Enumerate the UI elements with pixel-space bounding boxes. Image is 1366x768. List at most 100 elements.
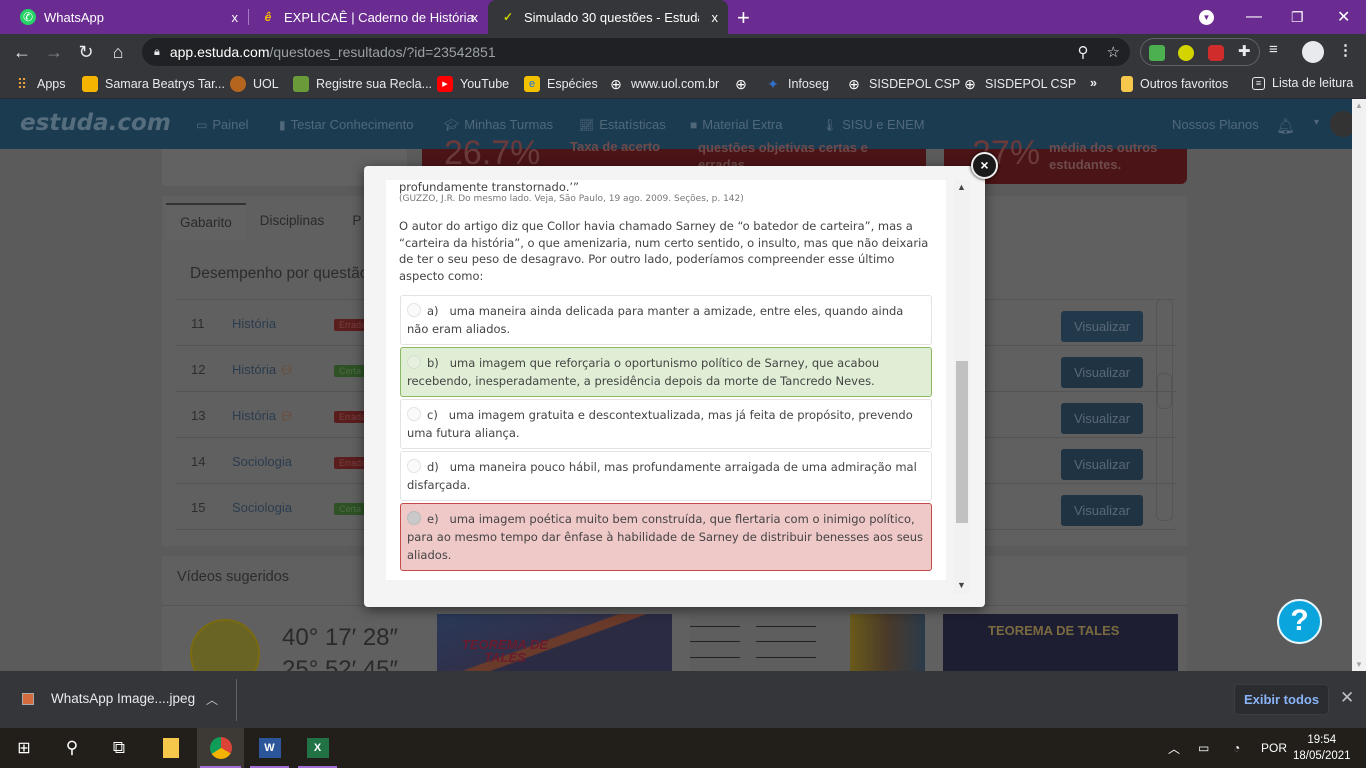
table-scrollbar[interactable]	[1156, 299, 1173, 521]
task-view-button[interactable]: ⧉	[98, 728, 140, 768]
reload-button[interactable]: ↻	[75, 42, 97, 62]
new-tab-button[interactable]: +	[737, 5, 750, 31]
puzzle-extensions-icon[interactable]: ✚	[1238, 42, 1254, 60]
adguard-extension-icon[interactable]	[1149, 45, 1165, 61]
radio-button[interactable]	[407, 355, 421, 369]
nav-material-extra[interactable]: ■ Material Extra	[690, 117, 782, 132]
question-subject[interactable]: História 💬︎	[232, 408, 294, 423]
tab-gabarito[interactable]: Gabarito	[166, 203, 246, 239]
file-explorer-button[interactable]	[150, 728, 192, 768]
modal-scrollbar-thumb[interactable]	[956, 361, 968, 523]
table-scrollbar-thumb[interactable]	[1157, 373, 1172, 409]
video-thumbnail-angles[interactable]: 40° 17′ 28″ 25° 52′ 45″	[190, 614, 420, 671]
close-downloads-icon[interactable]: ✕	[1340, 688, 1354, 708]
download-item[interactable]: WhatsApp Image....jpeg	[22, 691, 195, 706]
nav-sisu-enem[interactable]: 🌡︎ SISU e ENEM	[822, 117, 925, 132]
show-all-downloads-button[interactable]: Exibir todos	[1234, 684, 1329, 715]
bookmark-sisdepol-1[interactable]: ⊕ SISDEPOL CSP	[846, 76, 960, 92]
answer-option-c[interactable]: c) uma imagem gratuita e descontextualiz…	[400, 399, 932, 449]
video-thumbnail-tales-2[interactable]: TEOREMA DE TALES	[943, 614, 1178, 671]
home-button[interactable]: ⌂	[107, 42, 129, 62]
bookmark-youtube[interactable]: ▶ YouTube	[437, 76, 509, 92]
notifications-bell-icon[interactable]: 🔔︎	[1276, 117, 1295, 135]
other-bookmarks-folder[interactable]: Outros favoritos	[1121, 76, 1228, 92]
radio-button[interactable]	[407, 303, 421, 317]
nav-estatisticas[interactable]: 📈︎ Estatísticas	[579, 117, 666, 132]
search-button[interactable]: ⚲	[51, 728, 93, 768]
nav-minhas-turmas[interactable]: 🎓︎ Minhas Turmas	[444, 117, 553, 132]
modal-scrollbar[interactable]: ▲ ▼	[954, 180, 970, 594]
comments-icon[interactable]: 💬︎	[280, 411, 294, 423]
chrome-taskbar-button[interactable]	[197, 728, 244, 768]
nav-painel[interactable]: ▭ Painel	[196, 117, 248, 132]
question-subject[interactable]: Sociologia	[232, 454, 292, 469]
scroll-down-icon[interactable]: ▼	[957, 580, 966, 590]
answer-option-e[interactable]: e) uma imagem poética muito bem construí…	[400, 503, 932, 571]
address-bar[interactable]: 🔒︎ app.estuda.com/questoes_resultados/?i…	[142, 38, 1130, 66]
modal-close-button[interactable]: ×	[971, 152, 998, 179]
bookmark-uol-site[interactable]: ⊕ www.uol.com.br	[608, 76, 719, 92]
chevron-up-icon[interactable]: ︿	[206, 691, 218, 708]
view-question-button[interactable]: Visualizar	[1061, 449, 1143, 480]
bookmark-sisdepol-2[interactable]: ⊕ SISDEPOL CSP	[962, 76, 1076, 92]
tab-explicae[interactable]: ê EXPLICAÊ | Caderno de História x	[248, 0, 488, 34]
user-avatar[interactable]	[1330, 111, 1352, 137]
forward-button[interactable]: →	[43, 42, 65, 62]
bookmark-uol[interactable]: UOL	[230, 76, 279, 92]
minimize-button[interactable]: —	[1246, 0, 1262, 34]
bookmarks-overflow-button[interactable]: »	[1090, 76, 1097, 90]
tab-estuda[interactable]: ✓ Simulado 30 questões - Estuda.co x	[488, 0, 728, 34]
video-thumbnail-tales-lines[interactable]	[690, 614, 925, 671]
bookmark-globe[interactable]: ⊕	[733, 76, 756, 92]
close-window-button[interactable]: ✕	[1337, 0, 1350, 34]
comments-icon[interactable]: 💬︎	[280, 365, 294, 377]
close-tab-icon[interactable]: x	[472, 10, 479, 25]
video-speed-extension-icon[interactable]	[1208, 45, 1224, 61]
view-question-button[interactable]: Visualizar	[1061, 357, 1143, 388]
close-tab-icon[interactable]: x	[712, 10, 719, 25]
battery-icon[interactable]: ▭	[1198, 728, 1209, 768]
close-tab-icon[interactable]: x	[232, 10, 239, 25]
view-question-button[interactable]: Visualizar	[1061, 495, 1143, 526]
bookmark-apps[interactable]: ⠿ Apps	[14, 76, 66, 92]
show-hidden-icons-button[interactable]: ︿	[1168, 728, 1180, 768]
tab-disciplinas[interactable]: Disciplinas	[246, 203, 339, 239]
scroll-down-icon[interactable]: ▼	[1355, 660, 1363, 669]
question-subject[interactable]: História 💬︎	[232, 362, 294, 377]
plus-extension-icon[interactable]	[1178, 45, 1194, 61]
view-question-button[interactable]: Visualizar	[1061, 311, 1143, 342]
tab-whatsapp[interactable]: ✆ WhatsApp x	[8, 0, 248, 34]
system-clock[interactable]: 19:54 18/05/2021	[1293, 732, 1351, 764]
word-taskbar-button[interactable]: W	[247, 728, 292, 768]
back-button[interactable]: ←	[11, 42, 33, 62]
star-icon[interactable]: ☆	[1107, 43, 1120, 61]
view-question-button[interactable]: Visualizar	[1061, 403, 1143, 434]
start-button[interactable]: ⊞	[3, 728, 45, 768]
video-thumbnail-tales-1[interactable]: TEOREMA DE TALES	[437, 614, 672, 671]
zoom-icon[interactable]: ⚲	[1078, 43, 1089, 61]
nav-nossos-planos[interactable]: Nossos Planos	[1172, 117, 1259, 132]
user-menu-chevron-icon[interactable]: ▾	[1314, 117, 1319, 128]
scroll-up-icon[interactable]: ▲	[1355, 101, 1363, 110]
answer-option-d[interactable]: d) uma maneira pouco hábil, mas profunda…	[400, 451, 932, 501]
page-scrollbar[interactable]: ▲ ▼	[1352, 99, 1366, 671]
site-logo[interactable]: estuda.com	[20, 110, 171, 136]
bookmark-especies[interactable]: e Espécies	[524, 76, 598, 92]
tab-search-button[interactable]: ▼	[1199, 0, 1214, 34]
nav-testar-conhecimento[interactable]: ▮ Testar Conhecimento	[279, 117, 413, 132]
excel-taskbar-button[interactable]: X	[295, 728, 340, 768]
question-subject[interactable]: Sociologia	[232, 500, 292, 515]
answer-option-b[interactable]: b) uma imagem que reforçaria o oportunis…	[400, 347, 932, 397]
bookmark-infoseg[interactable]: ✦ Infoseg	[765, 76, 829, 92]
scroll-up-icon[interactable]: ▲	[957, 182, 966, 192]
help-button[interactable]: ?	[1277, 599, 1322, 644]
bookmark-classroom[interactable]: Samara Beatrys Tar...	[82, 76, 225, 92]
radio-button[interactable]	[407, 511, 421, 525]
wifi-icon[interactable]: ◔	[1233, 728, 1240, 768]
bookmark-reclame[interactable]: Registre sua Recla...	[293, 76, 432, 92]
radio-button[interactable]	[407, 459, 421, 473]
answer-option-a[interactable]: a) uma maneira ainda delicada para mante…	[400, 295, 932, 345]
profile-avatar-icon[interactable]	[1302, 41, 1324, 63]
media-controls-icon[interactable]: ≡	[1269, 41, 1278, 58]
menu-kebab-icon[interactable]: ⋮	[1338, 41, 1353, 59]
